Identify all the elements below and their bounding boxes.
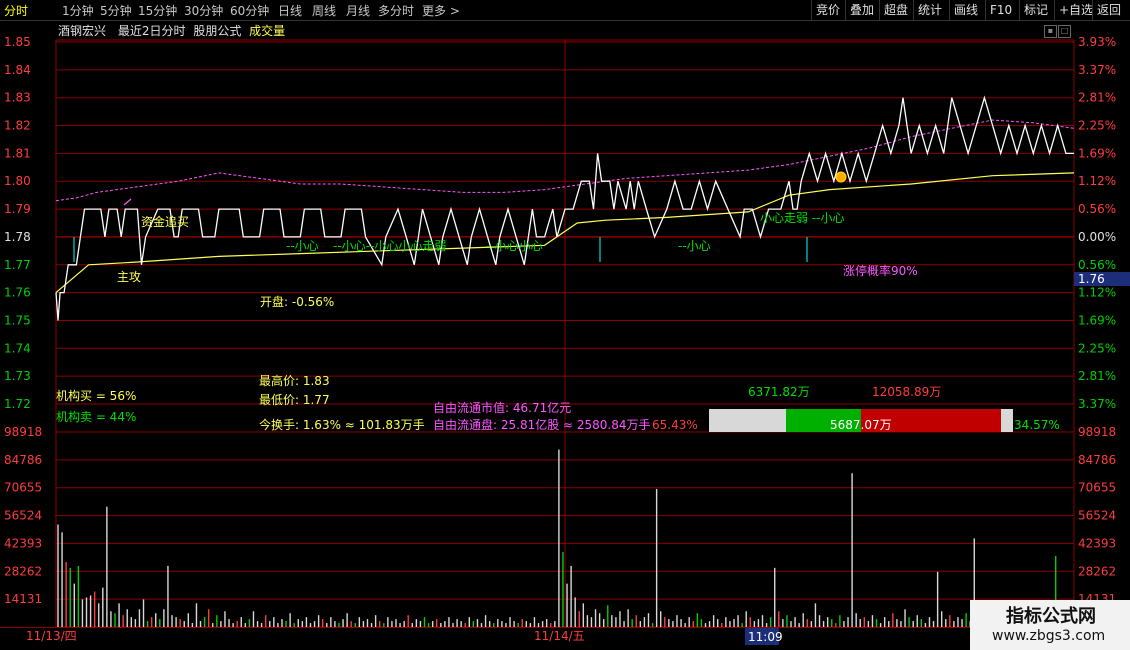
turnover: 今换手: 1.63% ≈ 101.83万手 (259, 417, 425, 432)
watermark: 指标公式网 www.zbgs3.com (970, 600, 1130, 650)
signal-arrow (123, 198, 132, 206)
pct-tick-label: 3.93% (1078, 35, 1116, 49)
flow-pct: 34.57% (1014, 418, 1060, 432)
watermark-url: www.zbgs3.com (992, 628, 1106, 644)
pct-tick-label: 2.25% (1078, 119, 1116, 133)
open-pct: 开盘: -0.56% (260, 294, 334, 309)
pct-tick-label: 1.12% (1078, 286, 1116, 300)
low-price: 最低价: 1.77 (259, 393, 330, 407)
pct-tick-label: 3.37% (1078, 63, 1116, 77)
volume-tick-label-right: 56524 (1078, 509, 1116, 523)
pct-tick-label: 0.56% (1078, 258, 1116, 272)
volume-tick-label-right: 70655 (1078, 481, 1116, 495)
annotation-zhugong: 主攻 (117, 270, 141, 284)
current-price-tag: 1.76 (1078, 272, 1105, 286)
price-tick-label: 1.81 (4, 146, 31, 160)
annotation-zijin: 资金追买 (141, 214, 189, 229)
pct-tick-label: 1.69% (1078, 313, 1116, 327)
price-tick-label: 1.77 (4, 258, 31, 272)
volume-tick-label: 14131 (4, 592, 42, 606)
volume-tick-label: 28262 (4, 564, 42, 578)
volume-tick-label: 56524 (4, 509, 42, 523)
annotation-xiaoxin-3: --小心小心 (486, 239, 543, 253)
price-tick-label: 1.79 (4, 202, 31, 216)
pct-tick-label: 2.25% (1078, 341, 1116, 355)
annotation-xiaoxin-5: 小心走弱 --小心 (760, 211, 844, 225)
flow-bar-white-right (1001, 409, 1013, 432)
price-tick-label: 1.73 (4, 369, 31, 383)
pct-tick-label: 2.81% (1078, 91, 1116, 105)
volume-tick-label: 42393 (4, 536, 42, 550)
annotation-xiaoxin-2: --小心--小心小心走弱 (333, 239, 446, 253)
flow-green-value: 6371.82万 (748, 385, 810, 399)
price-tick-label: 1.85 (4, 35, 31, 49)
annotation-xiaoxin-4: --小心 (678, 239, 711, 253)
volume-tick-label: 84786 (4, 453, 42, 467)
volume-tick-label-right: 98918 (1078, 425, 1116, 439)
price-tick-label: 1.72 (4, 397, 31, 411)
price-tick-label: 1.76 (4, 286, 31, 300)
annotation-xiaoxin-1: --小心 (286, 239, 319, 253)
volume-bars (57, 449, 1069, 627)
pct-tick-label: 0.00% (1078, 230, 1116, 244)
watermark-title: 指标公式网 (1006, 606, 1096, 627)
inst-sell: 机构卖 = 44% (56, 409, 136, 424)
annotation-zhangting: 涨停概率90% (843, 263, 918, 278)
free-float-pct: 65.43% (652, 418, 698, 432)
price-tick-label: 1.78 (4, 230, 31, 244)
volume-tick-label-right: 42393 (1078, 536, 1116, 550)
high-price: 最高价: 1.83 (259, 373, 330, 388)
price-tick-label: 1.84 (4, 63, 31, 77)
volume-tick-label: 70655 (4, 481, 42, 495)
price-tick-label: 1.74 (4, 341, 31, 355)
price-tick-label: 1.83 (4, 91, 31, 105)
volume-tick-label: 98918 (4, 425, 42, 439)
chart-grid (55, 39, 1075, 628)
flow-mid-value: 5687.07万 (830, 418, 892, 432)
price-tick-label: 1.75 (4, 313, 31, 327)
price-marker-dot (835, 171, 847, 183)
time-label-day2: 11/14/五 (534, 629, 585, 643)
price-tick-label: 1.80 (4, 174, 31, 188)
inst-buy: 机构买 = 56% (56, 388, 136, 403)
time-label-day1: 11/13/四 (26, 629, 77, 643)
pct-tick-label: 2.81% (1078, 369, 1116, 383)
free-market-value: 自由流通市值: 46.71亿元 (433, 400, 571, 415)
pct-tick-label: 0.56% (1078, 202, 1116, 216)
volume-tick-label-right: 84786 (1078, 453, 1116, 467)
flow-bar-white-left (709, 409, 786, 432)
time-cursor: 11:09 (748, 630, 783, 644)
volume-tick-label-right: 28262 (1078, 564, 1116, 578)
pct-tick-label: 3.37% (1078, 397, 1116, 411)
flow-red-value: 12058.89万 (872, 385, 941, 399)
intraday-chart: 1.85 3.93% 1.84 3.37% 1.83 2.81% 1.82 2.25% 1.81… (0, 35, 1130, 645)
pct-tick-label: 1.12% (1078, 174, 1116, 188)
pct-tick-label: 1.69% (1078, 146, 1116, 160)
price-tick-label: 1.82 (4, 119, 31, 133)
free-float: 自由流通盘: 25.81亿股 ≈ 2580.84万手 (433, 417, 651, 432)
